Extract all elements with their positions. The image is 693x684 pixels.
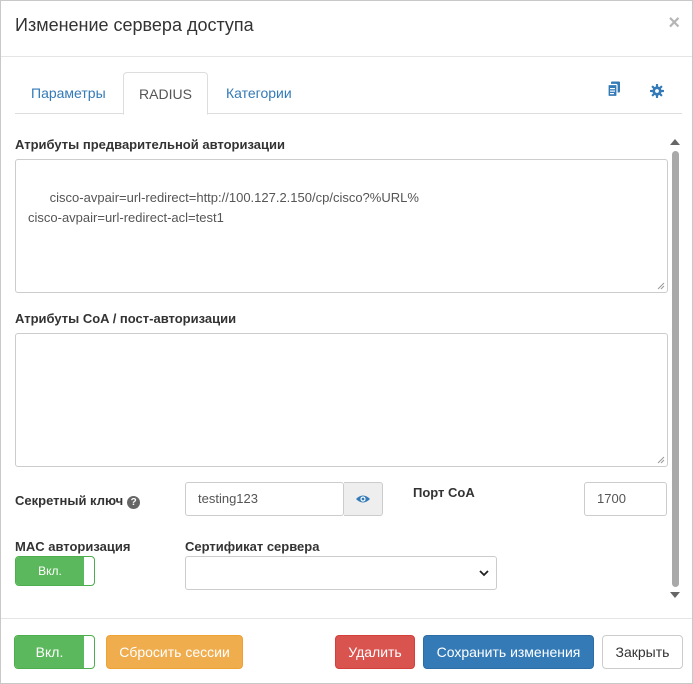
coa-attributes-label: Атрибуты CoA / пост-авторизации — [15, 311, 237, 326]
secret-key-label: Секретный ключ? — [15, 493, 141, 509]
copy-icon[interactable] — [607, 81, 621, 102]
coa-port-label: Порт CoA — [413, 485, 475, 500]
tab-bar: Параметры RADIUS Категории — [15, 72, 682, 115]
close-button[interactable]: Закрыть — [602, 635, 683, 669]
scroll-up-icon[interactable] — [670, 139, 680, 145]
preauth-attributes-textarea[interactable]: cisco-avpair=url-redirect=http://100.127… — [15, 159, 668, 293]
secret-key-label-text: Секретный ключ — [15, 493, 124, 508]
reset-sessions-button[interactable]: Сбросить сессии — [106, 635, 243, 669]
tab-radius[interactable]: RADIUS — [123, 72, 208, 115]
resize-grip-icon[interactable] — [657, 282, 665, 290]
resize-grip-icon[interactable] — [657, 456, 665, 464]
dialog-footer: Вкл. Сбросить сессии Удалить Сохранить и… — [1, 618, 692, 684]
preauth-attributes-value: cisco-avpair=url-redirect=http://100.127… — [28, 190, 419, 225]
gear-icon[interactable] — [650, 84, 664, 103]
mac-auth-toggle-on: Вкл. — [16, 557, 84, 585]
radius-form: Атрибуты предварительной авторизации cis… — [15, 125, 668, 605]
preauth-attributes-label: Атрибуты предварительной авторизации — [15, 137, 285, 152]
scroll-down-icon[interactable] — [670, 592, 680, 598]
chevron-down-icon — [479, 570, 489, 577]
eye-icon — [356, 495, 370, 503]
coa-attributes-textarea[interactable] — [15, 333, 668, 467]
question-circle-icon[interactable]: ? — [127, 496, 141, 509]
close-icon[interactable]: × — [668, 13, 680, 33]
dialog-title: Изменение сервера доступа — [15, 15, 254, 35]
delete-button[interactable]: Удалить — [335, 635, 415, 669]
server-enable-toggle[interactable]: Вкл. — [14, 635, 95, 669]
save-changes-button[interactable]: Сохранить изменения — [423, 635, 594, 669]
tab-parameters[interactable]: Параметры — [15, 72, 122, 114]
reveal-secret-button[interactable] — [344, 482, 383, 516]
mac-auth-toggle[interactable]: Вкл. — [15, 556, 95, 586]
mac-auth-label: MAC авторизация — [15, 539, 131, 554]
tab-categories[interactable]: Категории — [210, 72, 308, 114]
server-enable-toggle-on: Вкл. — [15, 636, 84, 668]
server-certificate-select[interactable] — [185, 556, 497, 590]
coa-port-input[interactable]: 1700 — [584, 482, 667, 516]
secret-key-input[interactable]: testing123 — [185, 482, 344, 516]
scroll-thumb[interactable] — [672, 151, 679, 587]
edit-access-server-dialog: Изменение сервера доступа × Параметры RA… — [0, 0, 693, 684]
server-certificate-label: Сертификат сервера — [185, 539, 320, 554]
scrollbar[interactable] — [669, 137, 681, 599]
dialog-header: Изменение сервера доступа × — [1, 1, 692, 57]
